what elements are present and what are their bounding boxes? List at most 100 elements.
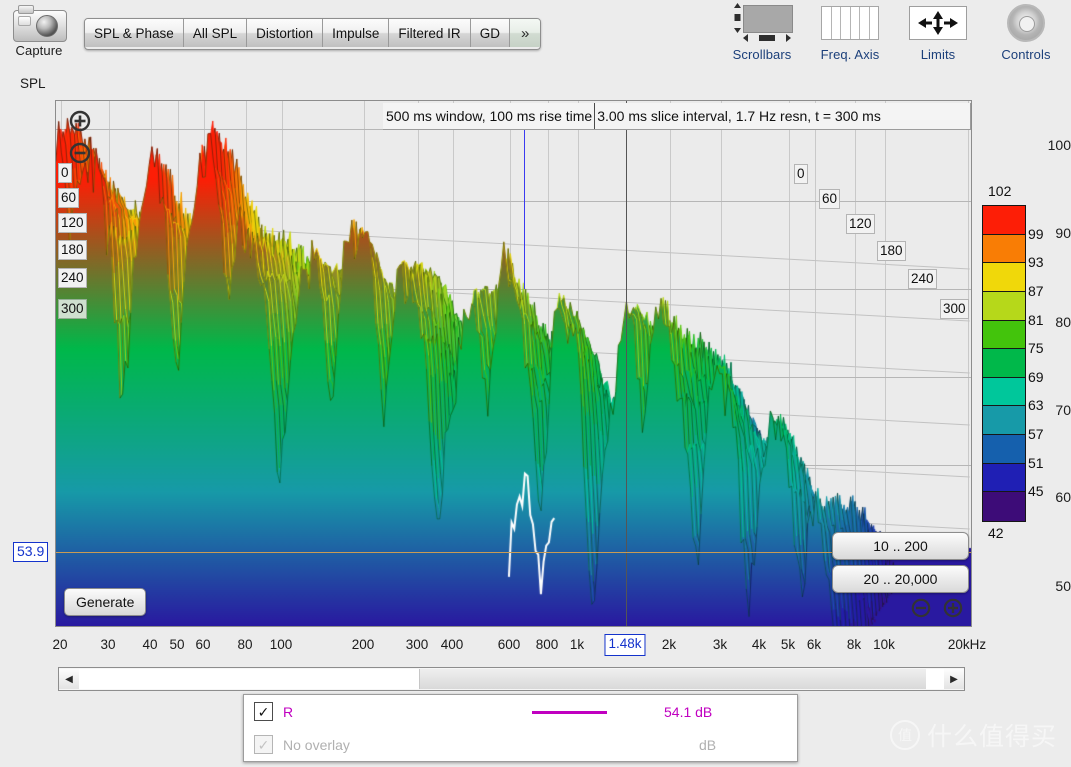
x-tick-60: 60	[195, 637, 210, 652]
x-tick-8k: 8k	[847, 637, 861, 652]
x-tick-100: 100	[270, 637, 293, 652]
tab-filtered-ir[interactable]: Filtered IR	[389, 19, 470, 47]
colorbar-cell	[983, 378, 1025, 407]
x-tick-400: 400	[441, 637, 464, 652]
colorbar-cell	[983, 406, 1025, 435]
measurement-annotation: 500 ms window, 100 ms rise time 3.00 ms …	[383, 103, 971, 130]
watermark-badge-icon: 值	[890, 720, 920, 750]
watermark-text: 什么值得买	[927, 717, 1057, 753]
colorbar-cell	[983, 464, 1025, 493]
freq-zoom-in-button[interactable]	[941, 596, 965, 620]
tab-all-spl[interactable]: All SPL	[184, 19, 247, 47]
y-cursor-value[interactable]: 53.9	[13, 542, 48, 562]
right-tool-group: Scrollbars Freq. Axis	[723, 0, 1065, 62]
capture-button[interactable]: Capture	[6, 2, 72, 58]
time-label-left-120: 120	[58, 213, 87, 233]
limits-button[interactable]: Limits	[899, 0, 977, 62]
tab-distortion[interactable]: Distortion	[247, 19, 323, 47]
colorbar-cell	[983, 235, 1025, 264]
x-tick-600: 600	[498, 637, 521, 652]
x-tick-80: 80	[237, 637, 252, 652]
colorbar-tick: 51	[1028, 455, 1044, 471]
limits-icon	[909, 6, 967, 40]
colorbar-tick: 99	[1028, 226, 1044, 242]
x-tick-6k: 6k	[807, 637, 821, 652]
x-tick-40: 40	[142, 637, 157, 652]
generate-button[interactable]: Generate	[64, 588, 146, 616]
x-cursor-value[interactable]: 1.48k	[604, 634, 645, 656]
controls-label: Controls	[987, 47, 1065, 62]
legend-color-swatch-r	[532, 711, 607, 714]
y-tick-100: 100	[1027, 137, 1071, 153]
zoom-in-button[interactable]	[68, 109, 92, 133]
range-button-20-20000[interactable]: 20 .. 20,000	[832, 565, 969, 593]
colorbar-cell	[983, 349, 1025, 378]
capture-label: Capture	[6, 43, 72, 58]
camera-icon	[10, 2, 68, 42]
watermark: 值 什么值得买	[890, 717, 1057, 753]
time-label-left-60: 60	[58, 188, 79, 208]
colorbar-tick: 69	[1028, 369, 1044, 385]
legend-checkbox-overlay[interactable]: ✓	[254, 735, 273, 754]
annotation-divider	[594, 103, 595, 129]
zoom-out-button[interactable]	[68, 141, 92, 165]
colorbar-tick: 87	[1028, 283, 1044, 299]
waterfall-plot-area[interactable]: 500 ms window, 100 ms rise time 3.00 ms …	[55, 100, 972, 627]
legend-label-r: R	[283, 704, 293, 720]
scroll-right-button[interactable]: ▶	[944, 669, 964, 689]
time-label-left-240: 240	[58, 268, 87, 288]
scrollbars-icon	[729, 1, 795, 45]
scrollbars-label: Scrollbars	[723, 47, 801, 62]
colorbar-tick: 93	[1028, 254, 1044, 270]
x-tick-50: 50	[169, 637, 184, 652]
colorbar-cell	[983, 206, 1025, 235]
time-label-left-0: 0	[58, 163, 72, 183]
colorbar-tick: 45	[1028, 483, 1044, 499]
x-tick-30: 30	[100, 637, 115, 652]
colorbar-cell	[983, 263, 1025, 292]
tab-overflow-more[interactable]: »	[510, 19, 540, 47]
scroll-track[interactable]	[79, 669, 944, 689]
legend-checkbox-r[interactable]: ✓	[254, 702, 273, 721]
time-label-right-120: 120	[846, 214, 875, 234]
annotation-part-2: 3.00 ms slice interval, 1.7 Hz resn, t =…	[597, 108, 881, 124]
scroll-track-end	[926, 669, 944, 689]
view-tabs: SPL & Phase All SPL Distortion Impulse F…	[84, 18, 541, 50]
tab-gd[interactable]: GD	[471, 19, 510, 47]
colorbar-cell	[983, 321, 1025, 350]
legend-label-overlay: No overlay	[283, 737, 350, 753]
freq-zoom-out-button[interactable]	[909, 596, 933, 620]
colorbar-tick: 75	[1028, 340, 1044, 356]
x-tick-300: 300	[406, 637, 429, 652]
x-tick-200: 200	[352, 637, 375, 652]
colorbar-tick: 63	[1028, 397, 1044, 413]
x-tick-20kHz: 20kHz	[948, 637, 986, 652]
gear-icon	[1007, 4, 1045, 42]
scroll-thumb[interactable]	[79, 669, 420, 689]
legend-value-overlay: dB	[699, 737, 716, 753]
frequency-cursor-line[interactable]	[626, 101, 627, 626]
freq-axis-button[interactable]: Freq. Axis	[811, 0, 889, 62]
x-tick-2k: 2k	[662, 637, 676, 652]
legend-row-r[interactable]: ✓ R 54.1 dB	[244, 695, 797, 728]
controls-button[interactable]: Controls	[987, 0, 1065, 62]
scrollbars-button[interactable]: Scrollbars	[723, 0, 801, 62]
main-toolbar: Capture SPL & Phase All SPL Distortion I…	[0, 0, 1071, 68]
y-tick-50: 50	[1027, 578, 1071, 594]
colorbar-gradient	[982, 205, 1026, 522]
x-tick-800: 800	[536, 637, 559, 652]
time-label-left-300[interactable]: 300	[58, 299, 87, 319]
x-tick-1k: 1k	[570, 637, 584, 652]
scroll-left-button[interactable]: ◀	[59, 669, 79, 689]
colorbar-min-label: 42	[988, 525, 1004, 541]
tab-impulse[interactable]: Impulse	[323, 19, 389, 47]
tab-spl-phase[interactable]: SPL & Phase	[85, 19, 184, 47]
time-label-right-300: 300	[940, 299, 969, 319]
legend-row-overlay[interactable]: ✓ No overlay dB	[244, 728, 797, 761]
range-button-10-200[interactable]: 10 .. 200	[832, 532, 969, 560]
x-tick-20: 20	[52, 637, 67, 652]
time-label-right-240: 240	[908, 269, 937, 289]
time-label-left-180: 180	[58, 240, 87, 260]
colorbar-tick: 81	[1028, 312, 1044, 328]
horizontal-scrollbar[interactable]: ◀ ▶	[58, 667, 965, 691]
